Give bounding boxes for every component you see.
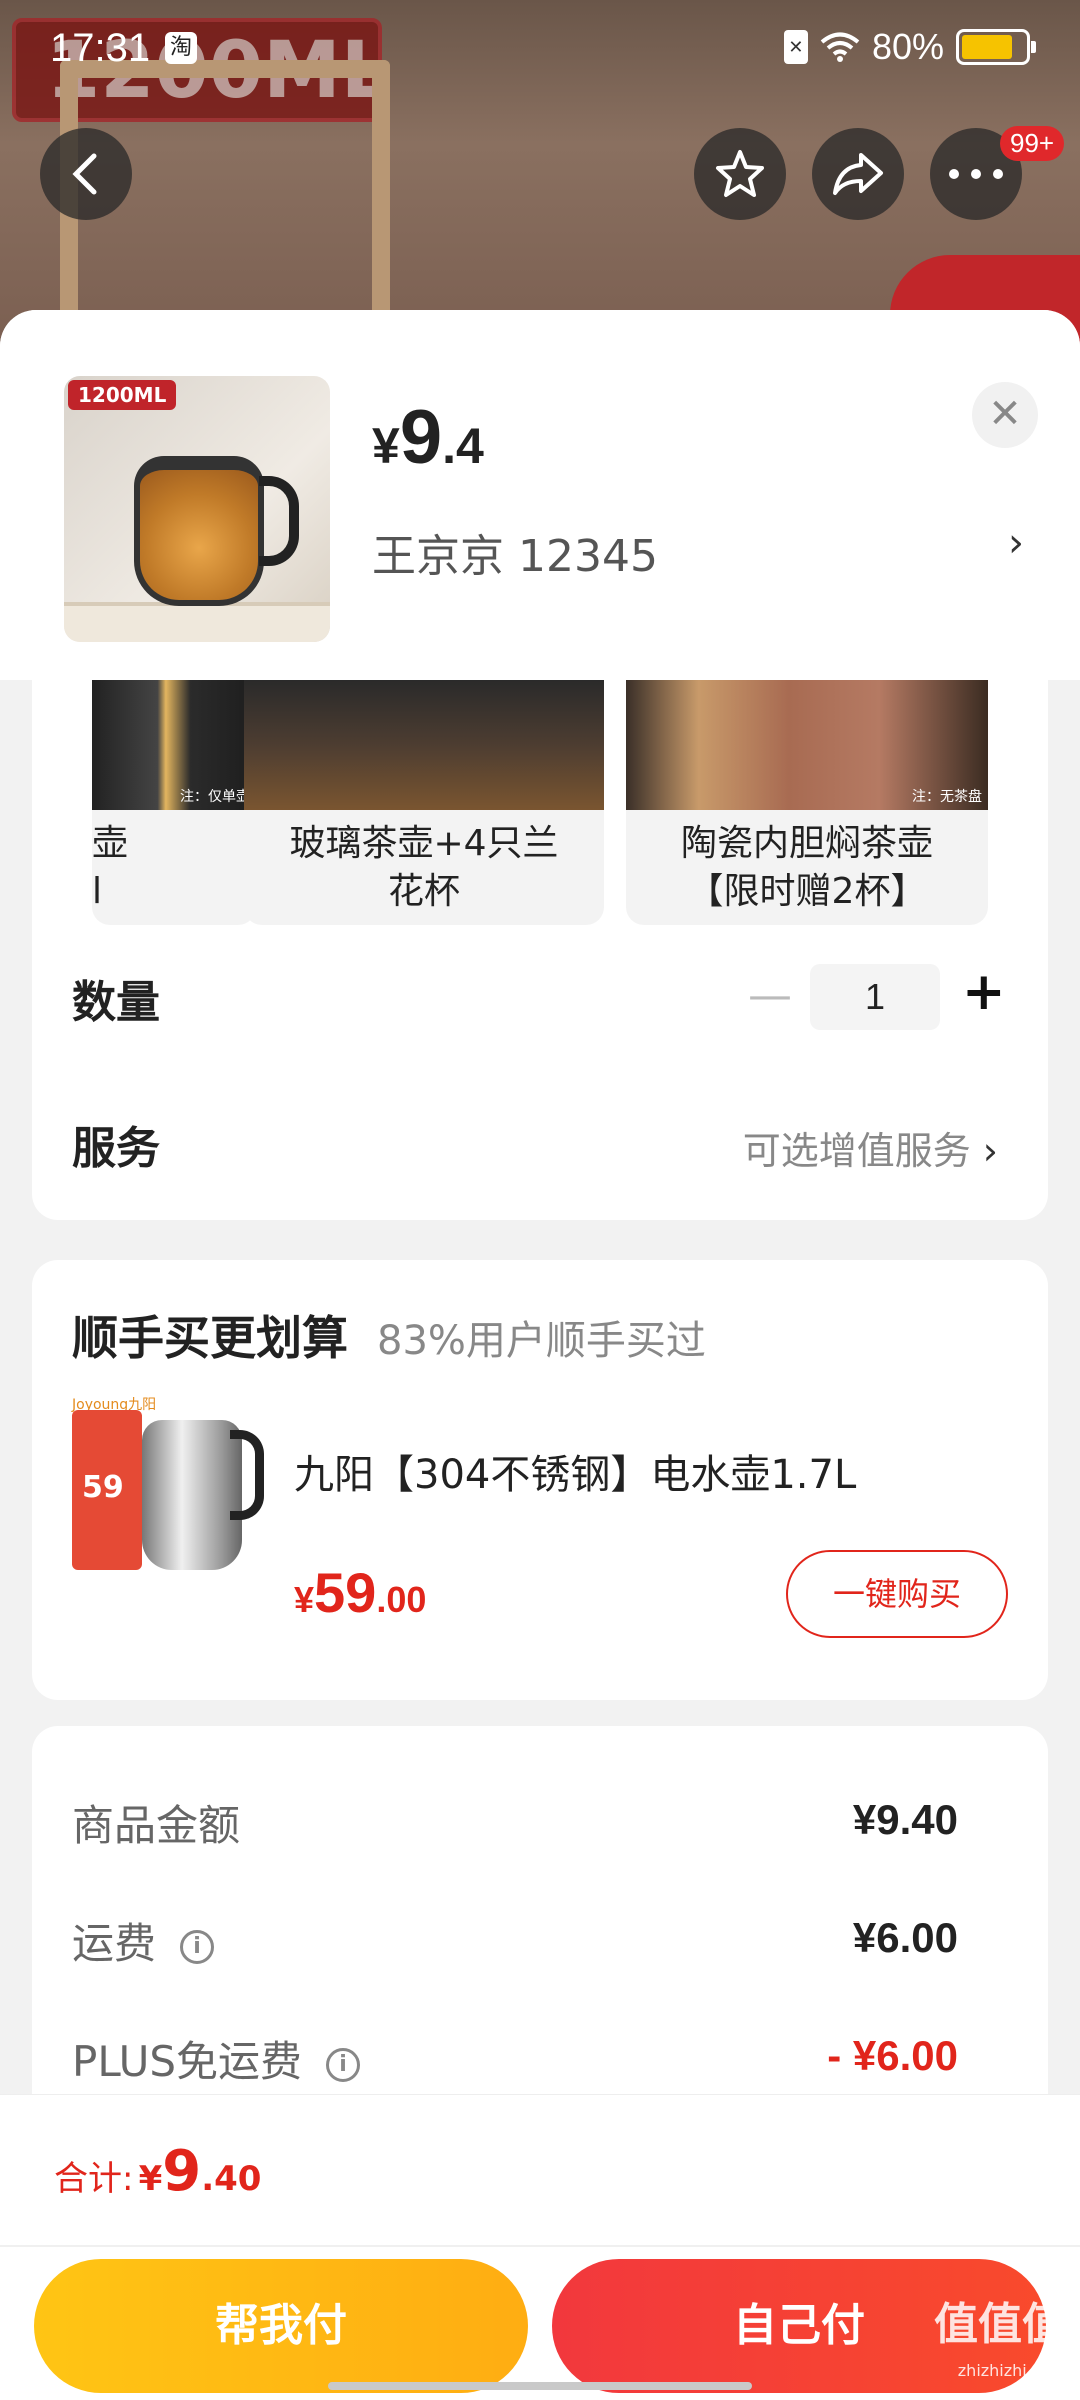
price-integer: 9 [399,395,443,480]
thumb-handle [259,476,299,566]
shipping-value: ¥6.00 [852,1914,958,1961]
shipping-label-text: 运费 [72,1919,157,1968]
one-click-buy-button[interactable]: 一键购买 [786,1550,1008,1638]
sheet-header: 1200ML ¥9.4 王京京 12345 › ✕ [0,310,1080,680]
star-icon [716,150,764,197]
thumb-teapot [134,456,264,606]
option-label: 陶瓷内胆焖茶壶【限时赠2杯】 [680,823,933,912]
plus-free-shipping-label-text: PLUS免运费 [72,2037,303,2086]
status-bar: 17:31 淘 ✕ 80% [0,0,1080,100]
option-image [244,680,604,810]
style-option-1[interactable]: 注：仅单壶 壶 l [92,680,256,925]
chevron-left-icon [72,153,97,195]
option-note: 注：仅单壶 [180,789,250,805]
kettle-body [142,1420,242,1570]
quantity-decrease-button[interactable]: — [748,970,792,1021]
quantity-increase-button[interactable]: + [962,962,1006,1022]
option-note: 注：无茶盘 [912,789,982,805]
battery-percent: 80% [871,26,944,67]
status-time: 17:31 [50,26,151,70]
bundle-product-image[interactable]: Joyoung九阳 59 [72,1397,272,1580]
plus-discount-value: - ¥6.00 [827,2032,958,2079]
service-value: 可选增值服务 [742,1129,971,1173]
price-decimal: .4 [442,418,484,474]
plus-icon: + [962,962,1006,1022]
help-me-pay-button[interactable]: 帮我付 [34,2259,528,2393]
back-button[interactable] [40,128,132,220]
quantity-label: 数量 [72,977,160,1028]
bundle-price-decimal: .00 [376,1579,427,1620]
service-selector[interactable]: 可选增值服务 › [743,1120,998,1175]
share-icon [833,153,883,195]
style-option-3[interactable]: 注：无茶盘 陶瓷内胆焖茶壶【限时赠2杯】 [626,680,988,925]
product-price: ¥9.4 [372,394,484,481]
bundle-subtitle: 83%用户顺手买过 [377,1318,706,1364]
subtotal-value: ¥9.40 [852,1796,958,1843]
bundle-price-integer: 59 [314,1561,377,1624]
total-decimal: .40 [201,2159,262,2199]
option-image: 注：仅单壶 [92,680,256,810]
home-indicator[interactable] [328,2382,752,2390]
share-button[interactable] [812,128,904,220]
close-button[interactable]: ✕ [972,382,1038,448]
bundle-title: 顺手买更划算 [72,1311,348,1365]
product-thumbnail[interactable]: 1200ML [64,376,330,642]
total-integer: 9 [162,2139,202,2204]
minus-icon: — [748,970,792,1021]
watermark-text: 值值值 [934,2299,1066,2350]
sim-icon: ✕ [783,30,808,64]
bundle-price-currency: ¥ [294,1579,315,1620]
checkout-bar: 合计: ¥9.40 帮我付 自己付 值值值 zhizhizhi.com [0,2094,1080,2400]
pack-price: 59 [82,1470,124,1505]
more-dots-icon [949,169,1003,179]
favorite-button[interactable] [694,128,786,220]
bundle-product-name[interactable]: 九阳【304不锈钢】电水壶1.7L [294,1442,856,1500]
bundle-card: 顺手买更划算 83%用户顺手买过 Joyoung九阳 59 九阳【304不锈钢】… [32,1260,1048,1700]
chevron-right-icon[interactable]: › [1008,520,1024,566]
option-label: 壶 l [92,823,129,912]
info-icon[interactable]: i [326,2047,361,2082]
service-label: 服务 [72,1123,160,1174]
plus-free-shipping-label: PLUS免运费 i [72,2028,361,2089]
total-label: 合计: [54,2159,134,2199]
subtotal-label-text: 商品金额 [72,1801,241,1850]
close-icon: ✕ [988,391,1022,437]
bundle-price: ¥59.00 [294,1560,426,1625]
subtotal-label: 商品金额 [72,1792,240,1853]
chevron-right-icon: › [982,1129,998,1173]
wifi-icon [820,32,860,62]
divider [0,2245,1080,2247]
kettle-handle [230,1430,264,1520]
notification-badge: 99+ [1000,126,1065,161]
info-icon[interactable]: i [180,1929,215,1964]
taobao-app-icon: 淘 [165,32,197,64]
style-option-2[interactable]: 玻璃茶壶+4只兰花杯 [244,680,604,925]
purchase-sheet: 1200ML ¥9.4 王京京 12345 › ✕ 注：仅单壶 壶 l 玻璃茶壶… [0,310,1080,2400]
battery-icon [956,29,1036,65]
option-image: 注：无茶盘 [626,680,988,810]
site-watermark: 值值值 zhizhizhi.com [934,2302,1066,2394]
thumb-tray [64,602,330,642]
seller-info[interactable]: 王京京 12345 [372,520,658,584]
kettle-pack: 59 [72,1410,142,1570]
watermark-url: zhizhizhi.com [957,2361,1066,2380]
total-amount: 合计: ¥9.40 [54,2139,261,2204]
options-card: 注：仅单壶 壶 l 玻璃茶壶+4只兰花杯 注：无茶盘 陶瓷内胆焖茶壶【限时赠2杯… [32,680,1048,1220]
quantity-input[interactable]: 1 [810,964,940,1030]
price-currency: ¥ [372,418,400,474]
total-currency: ¥ [138,2159,163,2199]
shipping-label: 运费 i [72,1910,215,1971]
thumb-volume-label: 1200ML [68,380,177,410]
option-label: 玻璃茶壶+4只兰花杯 [289,823,559,912]
